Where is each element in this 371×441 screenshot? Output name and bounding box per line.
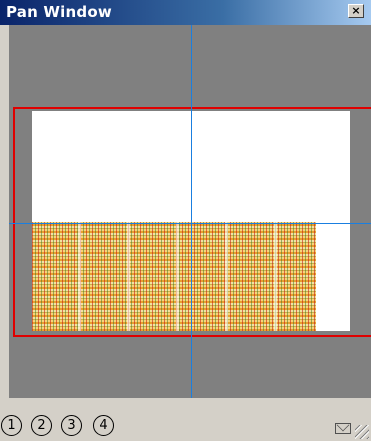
window-title: Pan Window <box>6 3 112 21</box>
view-3-button[interactable]: 3 <box>61 415 82 436</box>
title-bar[interactable]: Pan Window × <box>0 0 371 25</box>
resize-grip-icon[interactable] <box>355 425 369 439</box>
view-2-button[interactable]: 2 <box>31 415 52 436</box>
pan-window: Pan Window × 1 2 3 4 <box>0 0 371 441</box>
view-1-button[interactable]: 1 <box>1 415 22 436</box>
bottom-toolbar: 1 2 3 4 <box>0 398 371 441</box>
crosshair-center-icon[interactable] <box>185 217 198 230</box>
close-button[interactable]: × <box>348 4 364 18</box>
pan-viewport[interactable] <box>9 25 371 398</box>
mail-icon[interactable] <box>335 423 351 434</box>
view-4-button[interactable]: 4 <box>93 415 114 436</box>
crosshair-vertical <box>191 25 192 398</box>
close-icon: × <box>351 4 361 17</box>
